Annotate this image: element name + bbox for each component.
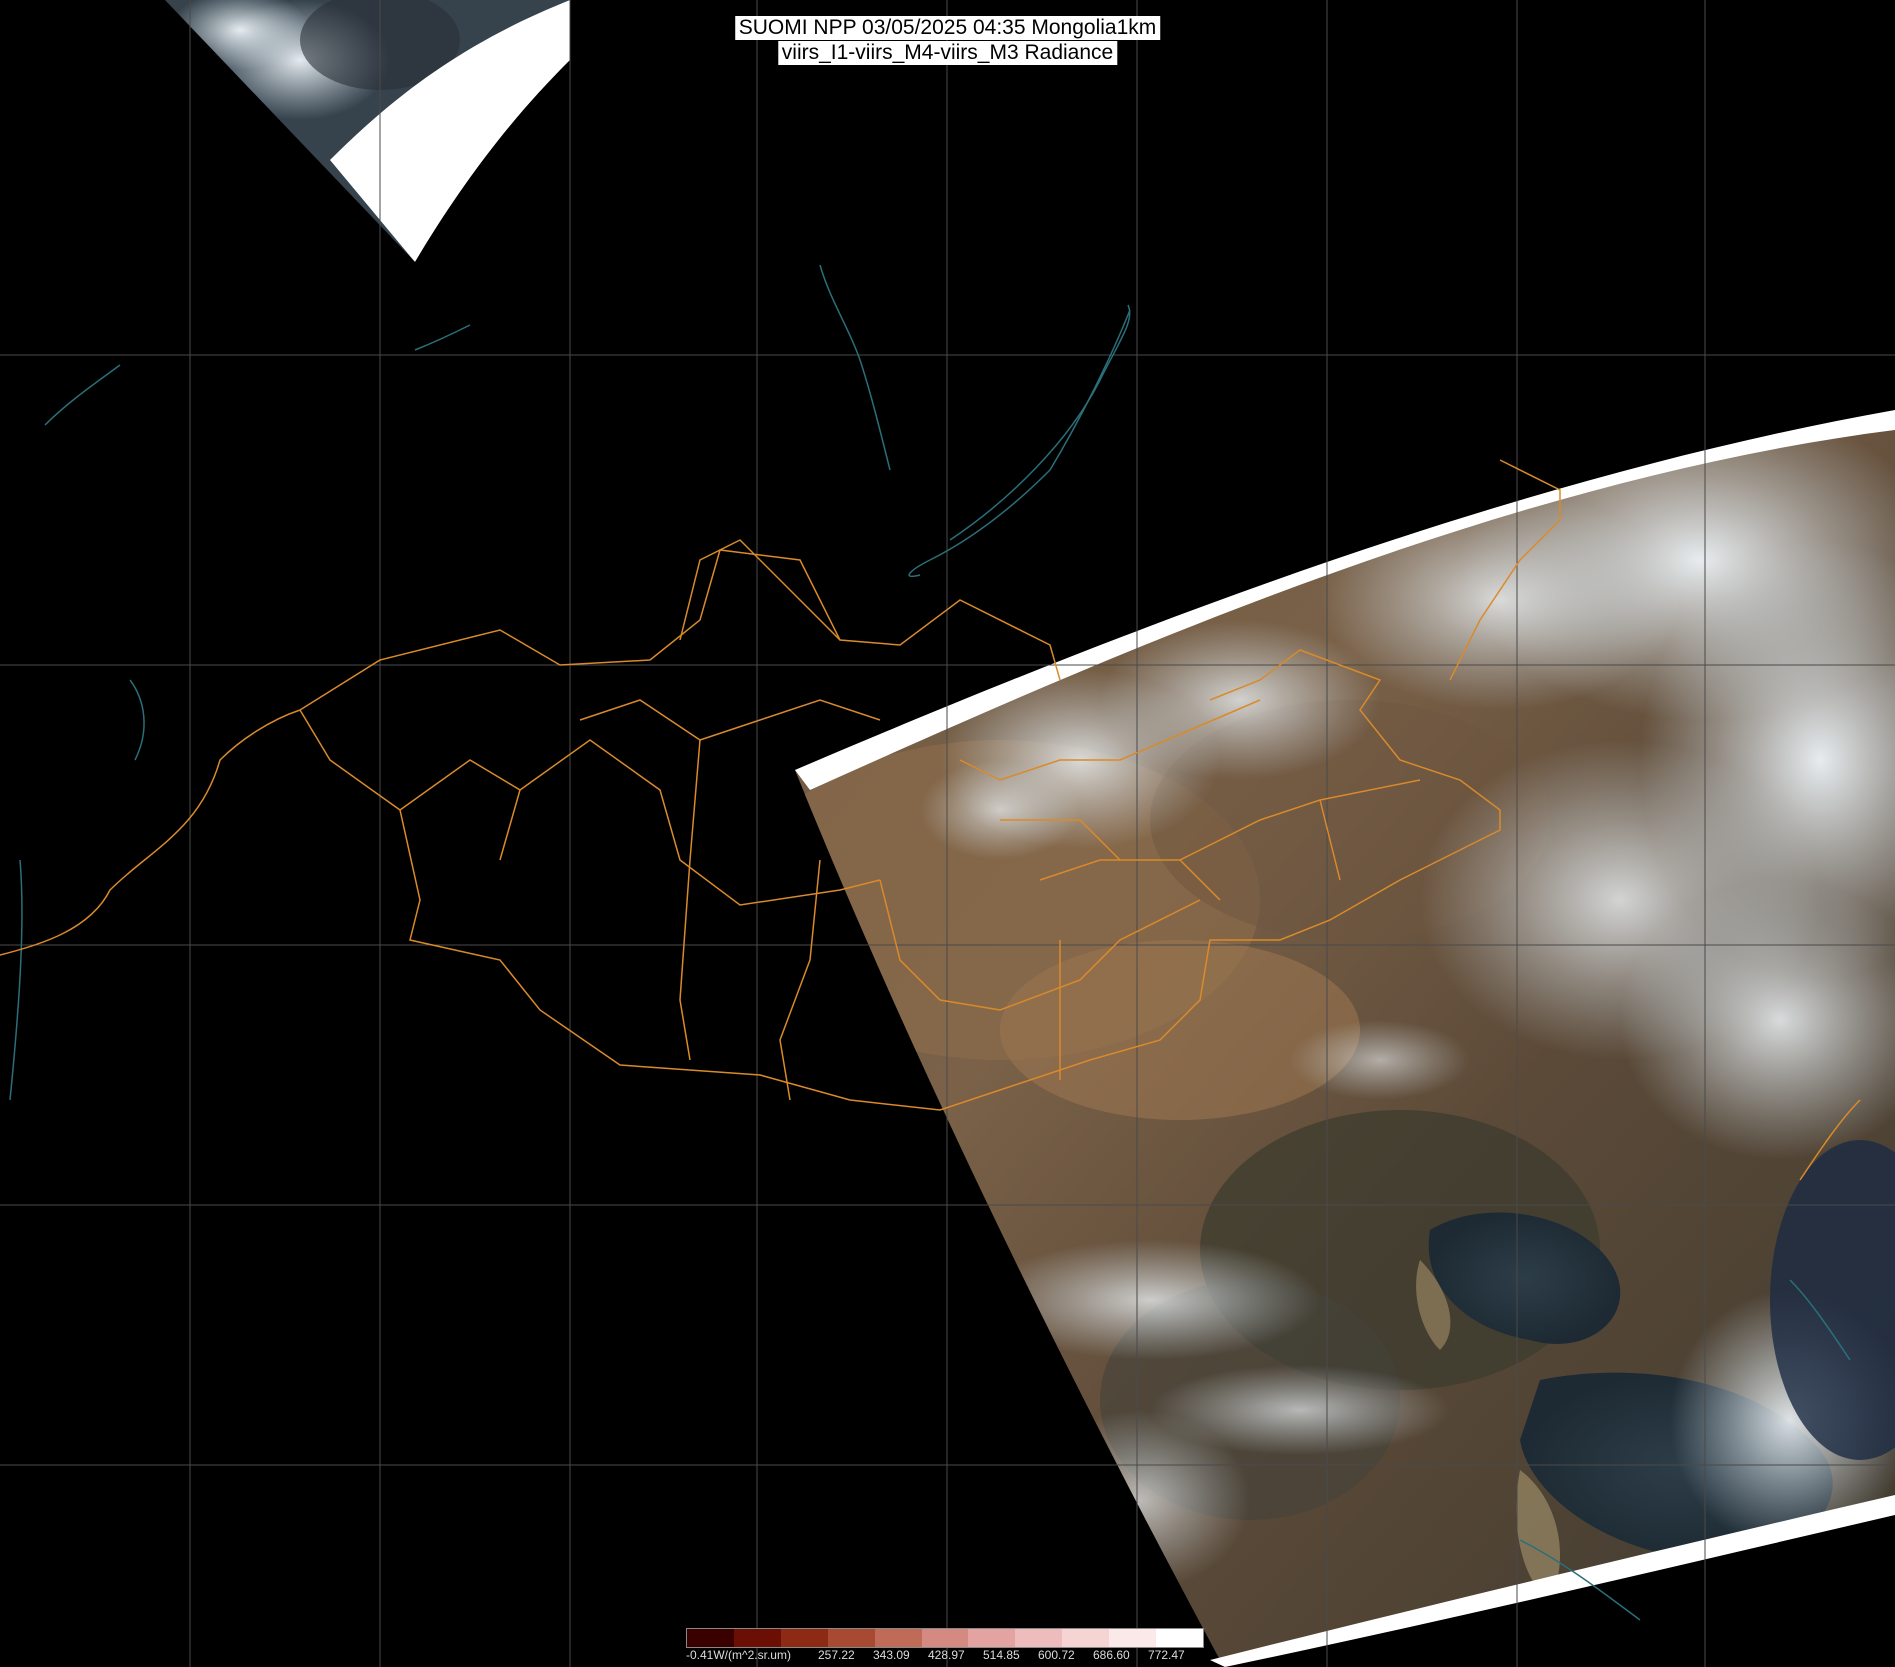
legend-swatch (921, 1629, 969, 1647)
legend-label: 257.22 (818, 1648, 855, 1662)
color-legend: -0.41W/(m^2.sr.um) 257.22 343.09 428.97 514.… (686, 1624, 1204, 1664)
legend-swatch (827, 1629, 875, 1647)
legend-swatch (1015, 1629, 1063, 1647)
title-line-2: viirs_I1-viirs_M4-viirs_M3 Radiance (777, 41, 1118, 65)
legend-swatch (874, 1629, 922, 1647)
legend-swatch (968, 1629, 1016, 1647)
legend-labels: -0.41W/(m^2.sr.um) 257.22 343.09 428.97 514.… (686, 1648, 1202, 1664)
legend-swatch (1109, 1629, 1157, 1647)
legend-swatch (733, 1629, 781, 1647)
legend-label: 343.09 (873, 1648, 910, 1662)
legend-swatch (687, 1629, 734, 1647)
legend-swatch (1156, 1629, 1203, 1647)
legend-label: 686.60 (1093, 1648, 1130, 1662)
title-line-1: SUOMI NPP 03/05/2025 04:35 Mongolia1km (734, 16, 1161, 40)
main-swath (795, 430, 1895, 1660)
legend-label: 428.97 (928, 1648, 965, 1662)
legend-label: 600.72 (1038, 1648, 1075, 1662)
legend-swatch (1062, 1629, 1110, 1647)
legend-label: 772.47 (1148, 1648, 1185, 1662)
legend-label: 514.85 (983, 1648, 1020, 1662)
legend-color-bar (686, 1628, 1204, 1648)
legend-label: -0.41W/(m^2.sr.um) (686, 1648, 791, 1662)
top-swath (165, 0, 570, 262)
legend-swatch (780, 1629, 828, 1647)
satellite-map (0, 0, 1895, 1667)
